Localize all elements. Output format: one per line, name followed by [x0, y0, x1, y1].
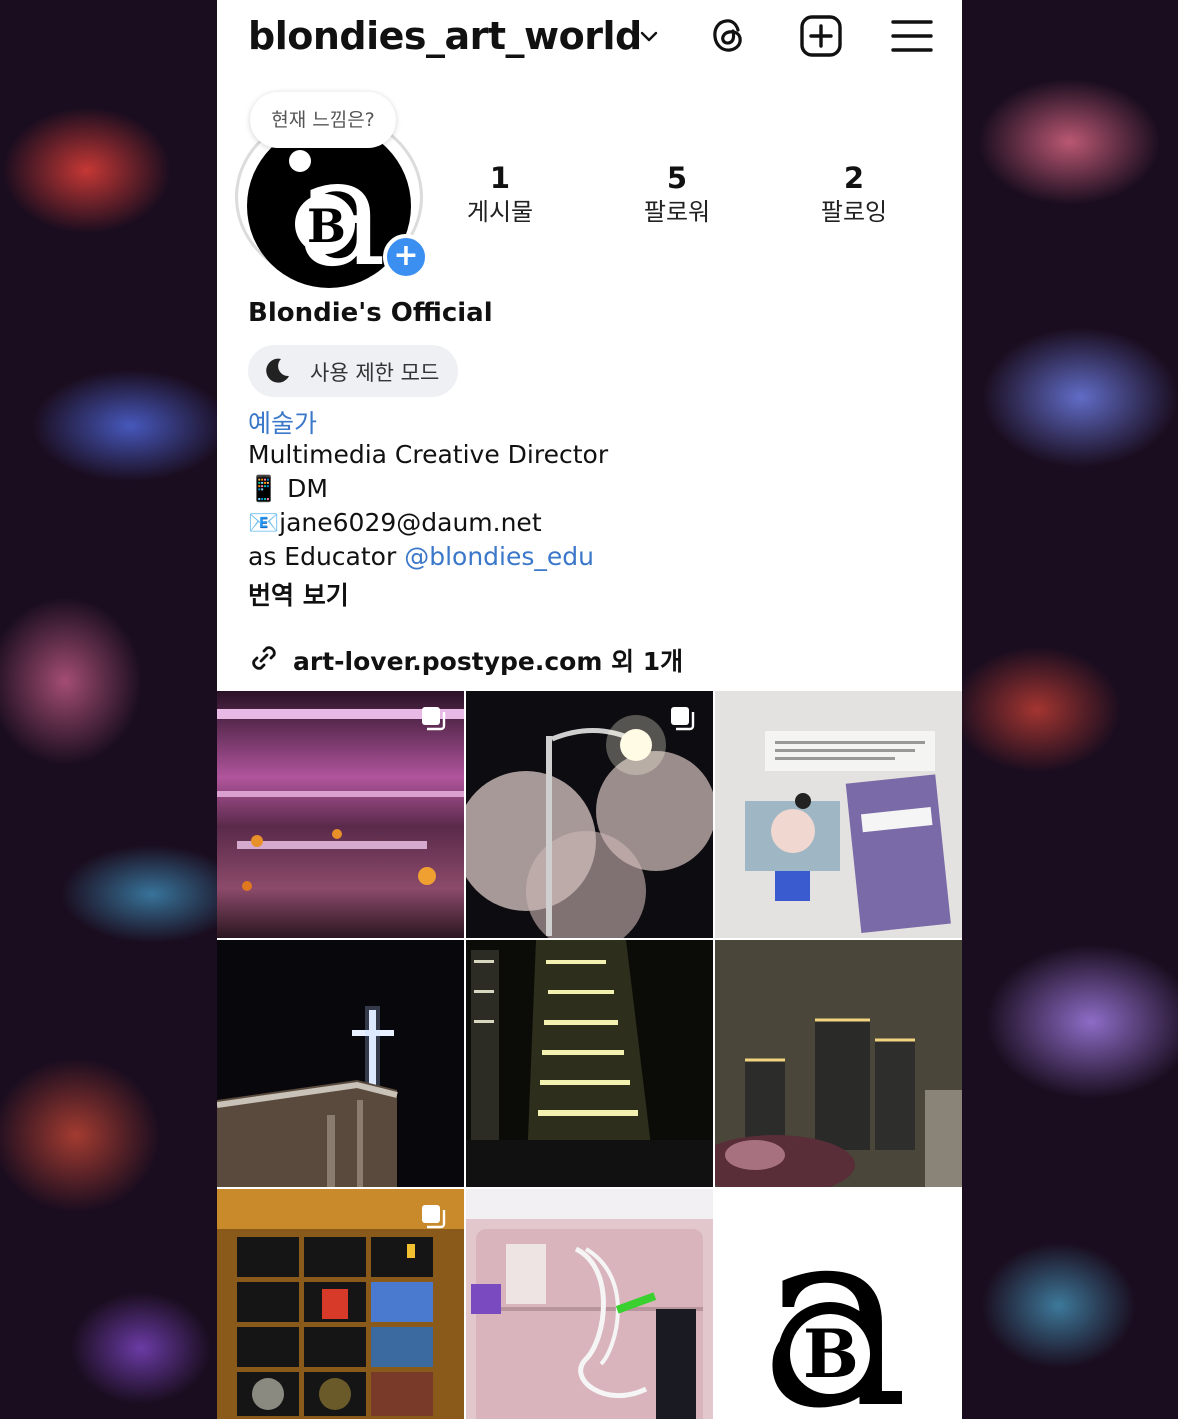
note-bubble-tail [289, 150, 311, 172]
stat-posts[interactable]: 1 게시물 [430, 160, 570, 228]
top-bar: blondies_art_world [217, 0, 962, 72]
post-thumbnail[interactable] [466, 691, 713, 938]
post-thumbnail[interactable] [217, 691, 464, 938]
add-story-button[interactable]: + [383, 234, 429, 280]
restricted-mode-chip[interactable]: 사용 제한 모드 [248, 345, 458, 397]
stat-value: 5 [666, 161, 688, 195]
category-label[interactable]: 예술가 [248, 404, 317, 440]
post-thumbnail[interactable]: a B [715, 1189, 962, 1419]
chip-label: 사용 제한 모드 [310, 361, 440, 385]
stat-followers[interactable]: 5 팔로워 [607, 160, 747, 228]
svg-text:B: B [803, 1315, 859, 1393]
display-name: Blondie's Official [248, 298, 493, 328]
posts-grid: a B [217, 691, 962, 1419]
bio-email-line: 📧jane6029@daum.net [248, 508, 542, 537]
ab-logo-post-image: a B [715, 1189, 962, 1419]
external-link-text: art-lover.postype.com 외 1개 [293, 647, 684, 676]
post-thumbnail[interactable] [217, 1189, 464, 1419]
stat-label: 팔로잉 [820, 198, 888, 226]
scrapbook-image [715, 691, 962, 938]
stat-value: 1 [489, 161, 511, 195]
moon-icon [266, 358, 289, 383]
envelope-emoji-icon: 📧 [248, 508, 280, 537]
phone-emoji-icon: 📱 [248, 474, 280, 503]
post-thumbnail[interactable] [715, 691, 962, 938]
profile-screen: blondies_art_world a B + 현재 느낌은? 1 게시물 [217, 0, 962, 1419]
svg-text:B: B [307, 199, 346, 253]
background-right [961, 0, 1178, 1419]
cross-night-image [217, 940, 464, 1187]
post-thumbnail[interactable] [217, 940, 464, 1187]
pink-pouch-image [466, 1189, 713, 1419]
post-thumbnail[interactable] [466, 1189, 713, 1419]
multiple-posts-icon [671, 707, 695, 731]
stat-following[interactable]: 2 팔로잉 [784, 160, 924, 228]
note-bubble[interactable]: 현재 느낌은? [250, 92, 396, 148]
multiple-posts-icon [422, 707, 446, 731]
threads-icon[interactable] [707, 14, 751, 58]
link-icon [252, 646, 276, 670]
account-switcher[interactable]: blondies_art_world [248, 14, 642, 58]
post-thumbnail[interactable] [715, 940, 962, 1187]
multiple-posts-icon [422, 1205, 446, 1229]
foggy-towers-image [715, 940, 962, 1187]
stat-label: 게시물 [466, 198, 534, 226]
stat-value: 2 [843, 161, 865, 195]
office-tower-image [466, 940, 713, 1187]
chevron-down-icon[interactable] [637, 24, 661, 48]
bio-line: as Educator @blondies_edu [248, 542, 594, 571]
translate-link[interactable]: 번역 보기 [248, 576, 349, 612]
bio-line: 📱 DM [248, 474, 328, 503]
menu-icon[interactable] [890, 14, 934, 58]
background-left [0, 0, 217, 1419]
mention-link[interactable]: @blondies_edu [404, 542, 594, 571]
post-thumbnail[interactable] [466, 940, 713, 1187]
bio-line: Multimedia Creative Director [248, 440, 609, 469]
stat-label: 팔로워 [643, 198, 711, 226]
create-post-icon[interactable] [799, 14, 843, 58]
